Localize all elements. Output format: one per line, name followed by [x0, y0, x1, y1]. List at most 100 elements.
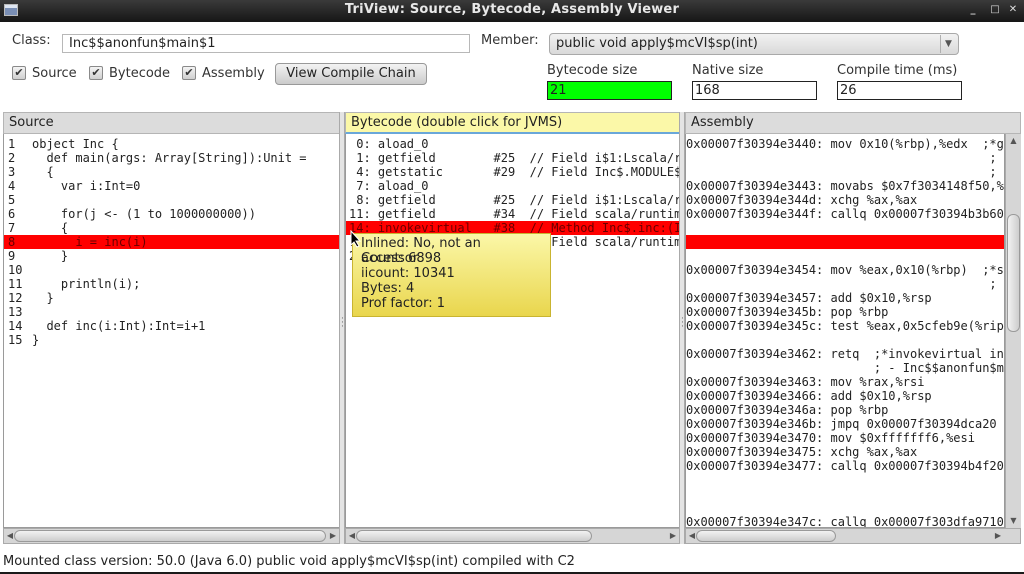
assembly-line[interactable]: 0x00007f30394e345b: pop %rbp [686, 305, 1004, 319]
source-line[interactable]: 13 [4, 305, 339, 319]
main-window: Class: Inc$$anonfun$main$1 Member: publi… [0, 22, 1024, 572]
assembly-line[interactable]: ; in [686, 165, 1004, 179]
source-line[interactable]: 8 i = inc(i) [4, 235, 339, 249]
assembly-line[interactable]: 0x00007f30394e344d: xchg %ax,%ax [686, 193, 1004, 207]
scroll-thumb[interactable] [1007, 214, 1020, 332]
source-code-view[interactable]: 1 object Inc {2 def main(args: Array[Stri… [3, 134, 340, 528]
assembly-line[interactable]: 0x00007f30394e344f: callq 0x00007f30394b… [686, 207, 1004, 221]
scroll-down-icon[interactable]: ▼ [1007, 515, 1020, 527]
bytecode-checkbox[interactable]: ✔ Bytecode [89, 64, 170, 82]
native-size-field: 168 [692, 81, 817, 100]
assembly-line[interactable]: 0x00007f30394e3466: add $0x10,%rsp [686, 389, 1004, 403]
source-line[interactable]: 3 { [4, 165, 339, 179]
assembly-line[interactable] [686, 501, 1004, 515]
assembly-view[interactable]: 0x00007f30394e3440: mov 0x10(%rbp),%edx … [685, 134, 1005, 528]
assembly-line[interactable]: 0x00007f30394e3462: retq ;*invokevirtual… [686, 347, 1004, 361]
source-line[interactable]: 10 [4, 263, 339, 277]
assembly-line[interactable]: 0x00007f30394e346a: pop %rbp [686, 403, 1004, 417]
bytecode-line[interactable]: 7: aload_0 [346, 179, 679, 193]
bytecode-view[interactable]: 0: aload_0 1: getfield #25 // Field i$1:… [345, 134, 680, 528]
assembly-line[interactable]: 0x00007f30394e3454: mov %eax,0x10(%rbp) … [686, 263, 1004, 277]
assembly-vertical-scrollbar[interactable]: ▲ ▼ [1005, 134, 1021, 528]
line-number: 8 [8, 235, 16, 249]
assembly-line[interactable]: 0x00007f30394e345c: test %eax,0x5cfeb9e(… [686, 319, 1004, 333]
assembly-line[interactable]: ; - Inc$$anonfun$ma [686, 361, 1004, 375]
source-line-text: i = inc(i) [32, 235, 148, 249]
assembly-horizontal-scrollbar[interactable]: ◀ ▶ [685, 528, 1021, 544]
source-line[interactable]: 9 } [4, 249, 339, 263]
line-number: 2 [8, 151, 16, 165]
bytecode-line[interactable]: 11: getfield #34 // Field scala/runtim [346, 207, 679, 221]
source-line-text: { [32, 165, 54, 179]
assembly-line[interactable] [686, 249, 1004, 263]
assembly-checkbox-label: Assembly [202, 65, 265, 81]
tooltip-line: Count: 6898 [361, 251, 442, 266]
bytecode-line[interactable]: 1: getfield #25 // Field i$1:Lscala/r [346, 151, 679, 165]
source-line-text: var i:Int=0 [32, 179, 141, 193]
bytecode-line[interactable]: 8: getfield #25 // Field i$1:Lscala/r [346, 193, 679, 207]
scroll-thumb[interactable] [14, 530, 326, 542]
source-line[interactable]: 2 def main(args: Array[String]):Unit = [4, 151, 339, 165]
assembly-checkbox[interactable]: ✔ Assembly [182, 64, 265, 82]
assembly-line[interactable]: 0x00007f30394e347c: callq 0x00007f303dfa… [686, 515, 1004, 527]
chevron-down-icon[interactable]: ▼ [940, 35, 956, 53]
assembly-line[interactable] [686, 333, 1004, 347]
source-line[interactable]: 14 def inc(i:Int):Int=i+1 [4, 319, 339, 333]
source-line-text: } [32, 333, 40, 347]
member-label: Member: [481, 33, 539, 48]
minimize-icon[interactable]: _ [966, 3, 980, 17]
assembly-line[interactable]: 0x00007f30394e3457: add $0x10,%rsp [686, 291, 1004, 305]
tooltip-line: Inlined: No, not an accessor [361, 236, 481, 266]
scroll-thumb[interactable] [356, 530, 592, 542]
assembly-line[interactable]: 0x00007f30394e3463: mov %rax,%rsi [686, 375, 1004, 389]
bytecode-line[interactable]: 0: aload_0 [346, 137, 679, 151]
assembly-line[interactable] [686, 235, 1004, 249]
source-checkbox[interactable]: ✔ Source [12, 64, 77, 82]
scroll-up-icon[interactable]: ▲ [1007, 135, 1020, 147]
scroll-right-icon[interactable]: ▶ [993, 530, 1003, 542]
assembly-line[interactable]: 0x00007f30394e346b: jmpq 0x00007f30394dc… [686, 417, 1004, 431]
line-number: 10 [8, 263, 23, 277]
scroll-thumb[interactable] [696, 530, 836, 542]
source-line-text: println(i); [32, 277, 141, 291]
member-select[interactable]: public void apply$mcVI$sp(int) ▼ [549, 33, 959, 55]
assembly-line[interactable] [686, 473, 1004, 487]
source-line[interactable]: 15} [4, 333, 339, 347]
source-line[interactable]: 7 { [4, 221, 339, 235]
line-number: 1 [8, 137, 16, 151]
scroll-right-icon[interactable]: ▶ [328, 530, 338, 542]
source-line-text: def main(args: Array[String]):Unit = [32, 151, 307, 165]
bytecode-tooltip: Inlined: No, not an accessor Count: 6898 i… [352, 233, 551, 317]
assembly-line[interactable]: 0x00007f30394e3470: mov $0xfffffff6,%esi [686, 431, 1004, 445]
source-line-text: } [32, 291, 54, 305]
maximize-icon[interactable]: □ [988, 3, 1002, 17]
bytecode-horizontal-scrollbar[interactable]: ◀ ▶ [345, 528, 680, 544]
class-input[interactable]: Inc$$anonfun$main$1 [62, 34, 470, 53]
bytecode-pane-header: Bytecode (double click for JVMS) [345, 112, 680, 134]
member-select-value: public void apply$mcVI$sp(int) [556, 36, 758, 51]
assembly-line[interactable] [686, 221, 1004, 235]
checkbox-check-icon: ✔ [12, 66, 26, 80]
source-line[interactable]: 5 [4, 193, 339, 207]
status-bar: Mounted class version: 50.0 (Java 6.0) p… [0, 552, 1024, 572]
assembly-line[interactable]: 0x00007f30394e3440: mov 0x10(%rbp),%edx … [686, 137, 1004, 151]
source-line[interactable]: 12 } [4, 291, 339, 305]
source-line[interactable]: 4 var i:Int=0 [4, 179, 339, 193]
assembly-line[interactable]: 0x00007f30394e3475: xchg %ax,%ax [686, 445, 1004, 459]
source-line[interactable]: 1 object Inc { [4, 137, 339, 151]
source-checkbox-label: Source [32, 65, 77, 81]
source-line[interactable]: 6 for(j <- (1 to 1000000000)) [4, 207, 339, 221]
assembly-line[interactable]: 0x00007f30394e3477: callq 0x00007f30394b… [686, 459, 1004, 473]
close-icon[interactable]: ✕ [1006, 3, 1020, 17]
assembly-line[interactable]: ; - [686, 151, 1004, 165]
assembly-line[interactable] [686, 487, 1004, 501]
view-compile-chain-button[interactable]: View Compile Chain [275, 63, 427, 85]
bytecode-line[interactable]: 4: getstatic #29 // Field Inc$.MODULE$ [346, 165, 679, 179]
native-size-label: Native size [692, 63, 764, 78]
source-horizontal-scrollbar[interactable]: ◀ ▶ [3, 528, 340, 544]
scroll-right-icon[interactable]: ▶ [668, 530, 678, 542]
assembly-line[interactable]: 0x00007f30394e3443: movabs $0x7f3034148f… [686, 179, 1004, 193]
assembly-line[interactable]: ; - [686, 277, 1004, 291]
class-label: Class: [12, 33, 51, 48]
source-line[interactable]: 11 println(i); [4, 277, 339, 291]
